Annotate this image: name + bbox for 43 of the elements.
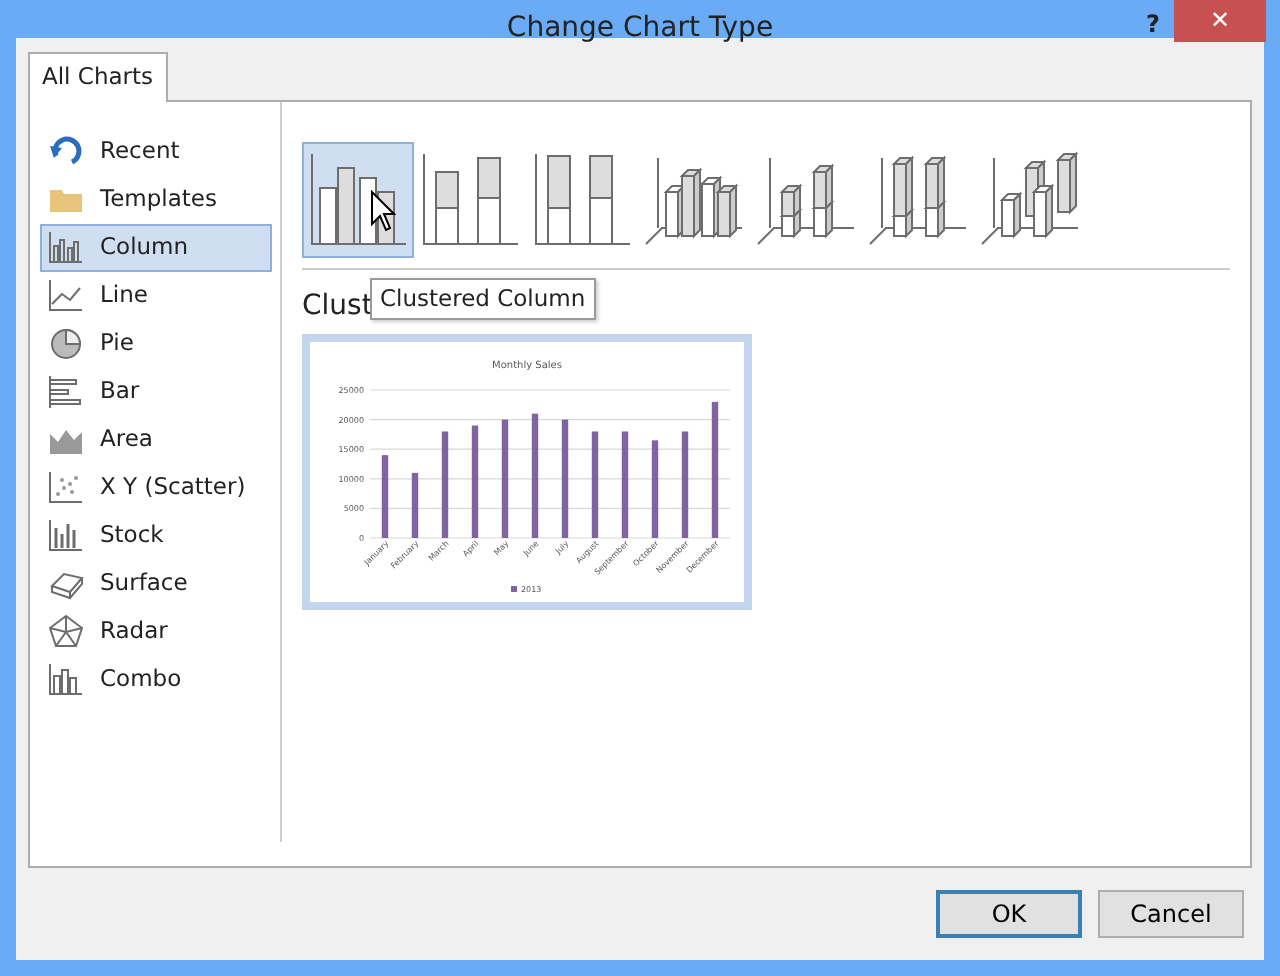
close-button[interactable]: ✕	[1174, 0, 1266, 42]
sidebar-item[interactable]: Stock	[40, 512, 272, 560]
sidebar-item[interactable]: Surface	[40, 560, 272, 608]
bar	[651, 440, 659, 538]
window-title: Change Chart Type	[506, 12, 774, 44]
bar	[681, 431, 689, 538]
sidebar-item[interactable]: Area	[40, 416, 272, 464]
bar-chart-icon	[48, 374, 84, 410]
bar	[711, 401, 719, 538]
sidebar-item[interactable]: Bar	[40, 368, 272, 416]
section-heading: Clust	[302, 290, 373, 322]
bar	[381, 455, 389, 538]
bar	[471, 425, 479, 538]
dialog-button[interactable]: OK	[936, 890, 1082, 938]
bar	[531, 413, 539, 538]
pie-chart-icon	[48, 326, 84, 362]
scatter-chart-icon	[48, 470, 84, 506]
sidebar-item[interactable]: X Y (Scatter)	[40, 464, 272, 512]
sidebar-item[interactable]: Radar	[40, 608, 272, 656]
sidebar-item[interactable]: Combo	[40, 656, 272, 704]
radar-chart-icon	[48, 614, 84, 650]
bar	[411, 472, 419, 538]
undo-arrow-icon	[48, 134, 84, 170]
bar	[561, 419, 569, 538]
cursor-icon	[370, 190, 396, 232]
tab[interactable]: All Charts	[28, 51, 168, 102]
bar	[621, 431, 629, 538]
sidebar-item[interactable]: Templates	[40, 176, 272, 224]
bar	[591, 431, 599, 538]
stock-chart-icon	[48, 518, 84, 554]
sidebar-item[interactable]: Column	[40, 224, 272, 272]
sidebar-item[interactable]: Recent	[40, 128, 272, 176]
dialog-button[interactable]: Cancel	[1098, 890, 1244, 938]
sidebar-item[interactable]: Line	[40, 272, 272, 320]
column-chart-icon	[48, 230, 84, 266]
bar	[501, 419, 509, 538]
line-chart-icon	[48, 278, 84, 314]
bar	[441, 431, 449, 538]
combo-chart-icon	[48, 662, 84, 698]
help-button[interactable]: ?	[1146, 6, 1160, 42]
sidebar-item[interactable]: Pie	[40, 320, 272, 368]
chart-subtype-button[interactable]	[302, 142, 414, 258]
tooltip: Clustered Column	[370, 278, 596, 321]
